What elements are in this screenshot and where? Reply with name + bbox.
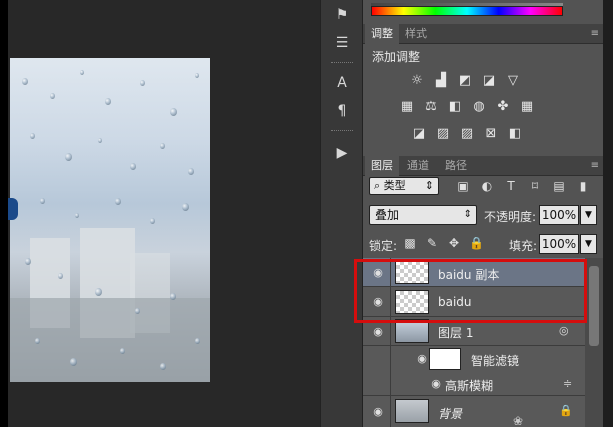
layer-thumbnail	[395, 399, 429, 423]
exposure-icon[interactable]: ◪	[481, 74, 497, 88]
filter-mask-thumbnail	[429, 348, 461, 370]
right-edge	[603, 0, 613, 427]
layer-name[interactable]: 背景	[438, 405, 462, 422]
channel-mixer-icon[interactable]: ✤	[495, 100, 511, 114]
photoshop-window: ⚑ ☰ A ¶ ▶ 调整 样式 ≡ 添加调整 ☼ ▟ ◩ ◪ ▽ ▦ ⚖ ◧ ◍…	[0, 0, 613, 427]
smart-object-filter-icon[interactable]: ▤	[551, 178, 567, 194]
chevron-icon: ⇕	[424, 179, 434, 192]
layers-scrollbar[interactable]	[585, 258, 603, 427]
sliders-icon[interactable]: ☰	[330, 32, 354, 54]
invert-icon[interactable]: ◪	[411, 127, 427, 141]
paw-watermark-icon: ❀	[513, 414, 524, 427]
filter-toggle-icon[interactable]: ▮	[575, 178, 591, 194]
lock-brush-icon[interactable]: ✎	[425, 236, 439, 250]
shape-filter-icon[interactable]: ⌑	[527, 178, 543, 194]
layer-name[interactable]: 智能滤镜	[471, 352, 519, 369]
tab-adjustments[interactable]: 调整	[365, 24, 399, 44]
filter-options-icon[interactable]: ≑	[563, 377, 572, 390]
lock-transparent-icon[interactable]: ▩	[403, 236, 417, 250]
panel-menu-icon[interactable]: ≡	[591, 160, 599, 171]
photo-filter-icon[interactable]: ◍	[471, 100, 487, 114]
canvas-area[interactable]	[8, 0, 320, 427]
scroll-thumb[interactable]	[589, 266, 599, 346]
tab-layers[interactable]: 图层	[365, 156, 399, 176]
paragraph-icon[interactable]: ¶	[330, 100, 354, 122]
layer-name[interactable]: 图层 1	[438, 324, 473, 341]
panel-tool-strip: ⚑ ☰ A ¶ ▶	[320, 0, 363, 427]
adjustment-filter-icon[interactable]: ◐	[479, 178, 495, 194]
threshold-icon[interactable]: ▨	[459, 127, 475, 141]
pixel-filter-icon[interactable]: ▣	[455, 178, 471, 194]
fill-label: 填充:	[509, 239, 538, 253]
layer-filter-select[interactable]: ⌕ 类型 ⇕	[369, 177, 439, 195]
lock-all-icon[interactable]: 🔒	[469, 236, 484, 250]
adjustments-tabbar: 调整 样式 ≡	[363, 24, 603, 44]
brightness-icon[interactable]: ☼	[409, 74, 425, 88]
canvas-edge-object	[8, 198, 18, 220]
lock-move-icon[interactable]: ✥	[447, 236, 461, 250]
search-icon: ⌕	[374, 179, 384, 192]
vibrance-icon[interactable]: ▽	[505, 74, 521, 88]
tab-styles[interactable]: 样式	[399, 24, 433, 44]
selective-color-icon[interactable]: ⊠	[483, 127, 499, 141]
visibility-eye-icon[interactable]: ◉	[371, 326, 385, 337]
color-balance-icon[interactable]: ⚖	[423, 100, 439, 114]
visibility-eye-icon[interactable]: ◉	[415, 353, 429, 364]
layer-row-gaussian-blur[interactable]: ◉ 高斯模糊 ≑	[363, 372, 585, 396]
panel-grip[interactable]	[331, 62, 353, 64]
chevron-icon: ⇕	[463, 209, 472, 220]
visibility-eye-icon[interactable]: ◉	[429, 378, 443, 389]
highlight-annotation	[354, 259, 587, 323]
blend-mode-value: 叠加	[375, 208, 400, 222]
black-white-icon[interactable]: ◧	[447, 100, 463, 114]
blend-mode-select[interactable]: 叠加 ⇕	[369, 205, 477, 225]
opacity-dropdown-button[interactable]: ▼	[580, 205, 597, 225]
lock-label: 锁定:	[369, 239, 398, 253]
posterize-icon[interactable]: ▨	[435, 127, 451, 141]
tab-channels[interactable]: 通道	[401, 156, 435, 176]
hue-saturation-icon[interactable]: ▦	[399, 100, 415, 114]
layers-tabbar: 图层 通道 路径 ≡	[363, 156, 603, 176]
curves-icon[interactable]: ◩	[457, 74, 473, 88]
levels-icon[interactable]: ▟	[433, 74, 449, 88]
visibility-eye-icon[interactable]: ◉	[371, 406, 385, 417]
panel-menu-icon[interactable]: ≡	[591, 28, 599, 39]
smart-filter-badge-icon[interactable]: ◎	[559, 324, 569, 337]
filter-label: 类型	[383, 179, 406, 192]
lock-icon: 🔒	[559, 404, 573, 417]
document-image[interactable]	[10, 58, 210, 382]
color-spectrum[interactable]	[371, 6, 563, 16]
opacity-label: 不透明度:	[484, 210, 537, 224]
play-icon[interactable]: ▶	[330, 142, 354, 164]
layer-name[interactable]: 高斯模糊	[445, 377, 493, 394]
gradient-map-icon[interactable]: ◧	[507, 127, 523, 141]
right-panels: 调整 样式 ≡ 添加调整 ☼ ▟ ◩ ◪ ▽ ▦ ⚖ ◧ ◍ ✤ ▦ ◪ ▨ ▨…	[363, 0, 603, 427]
type-filter-icon[interactable]: T	[503, 178, 519, 194]
fill-dropdown-button[interactable]: ▼	[580, 234, 597, 254]
layer-filter-row: ⌕ 类型 ⇕ ▣ ◐ T ⌑ ▤ ▮	[363, 174, 603, 200]
layer-row-smart-filters[interactable]: ◉ 智能滤镜	[363, 346, 585, 372]
adjustments-title: 添加调整	[372, 50, 421, 64]
opacity-field[interactable]: 100%	[539, 205, 579, 225]
fill-field[interactable]: 100%	[539, 234, 579, 254]
color-lookup-icon[interactable]: ▦	[519, 100, 535, 114]
layer-row-background[interactable]: ◉ 背景 🔒	[363, 396, 585, 427]
brush-icon[interactable]: ⚑	[330, 4, 354, 26]
tab-paths[interactable]: 路径	[439, 156, 473, 176]
character-icon[interactable]: A	[330, 72, 354, 94]
panel-grip[interactable]	[331, 130, 353, 132]
